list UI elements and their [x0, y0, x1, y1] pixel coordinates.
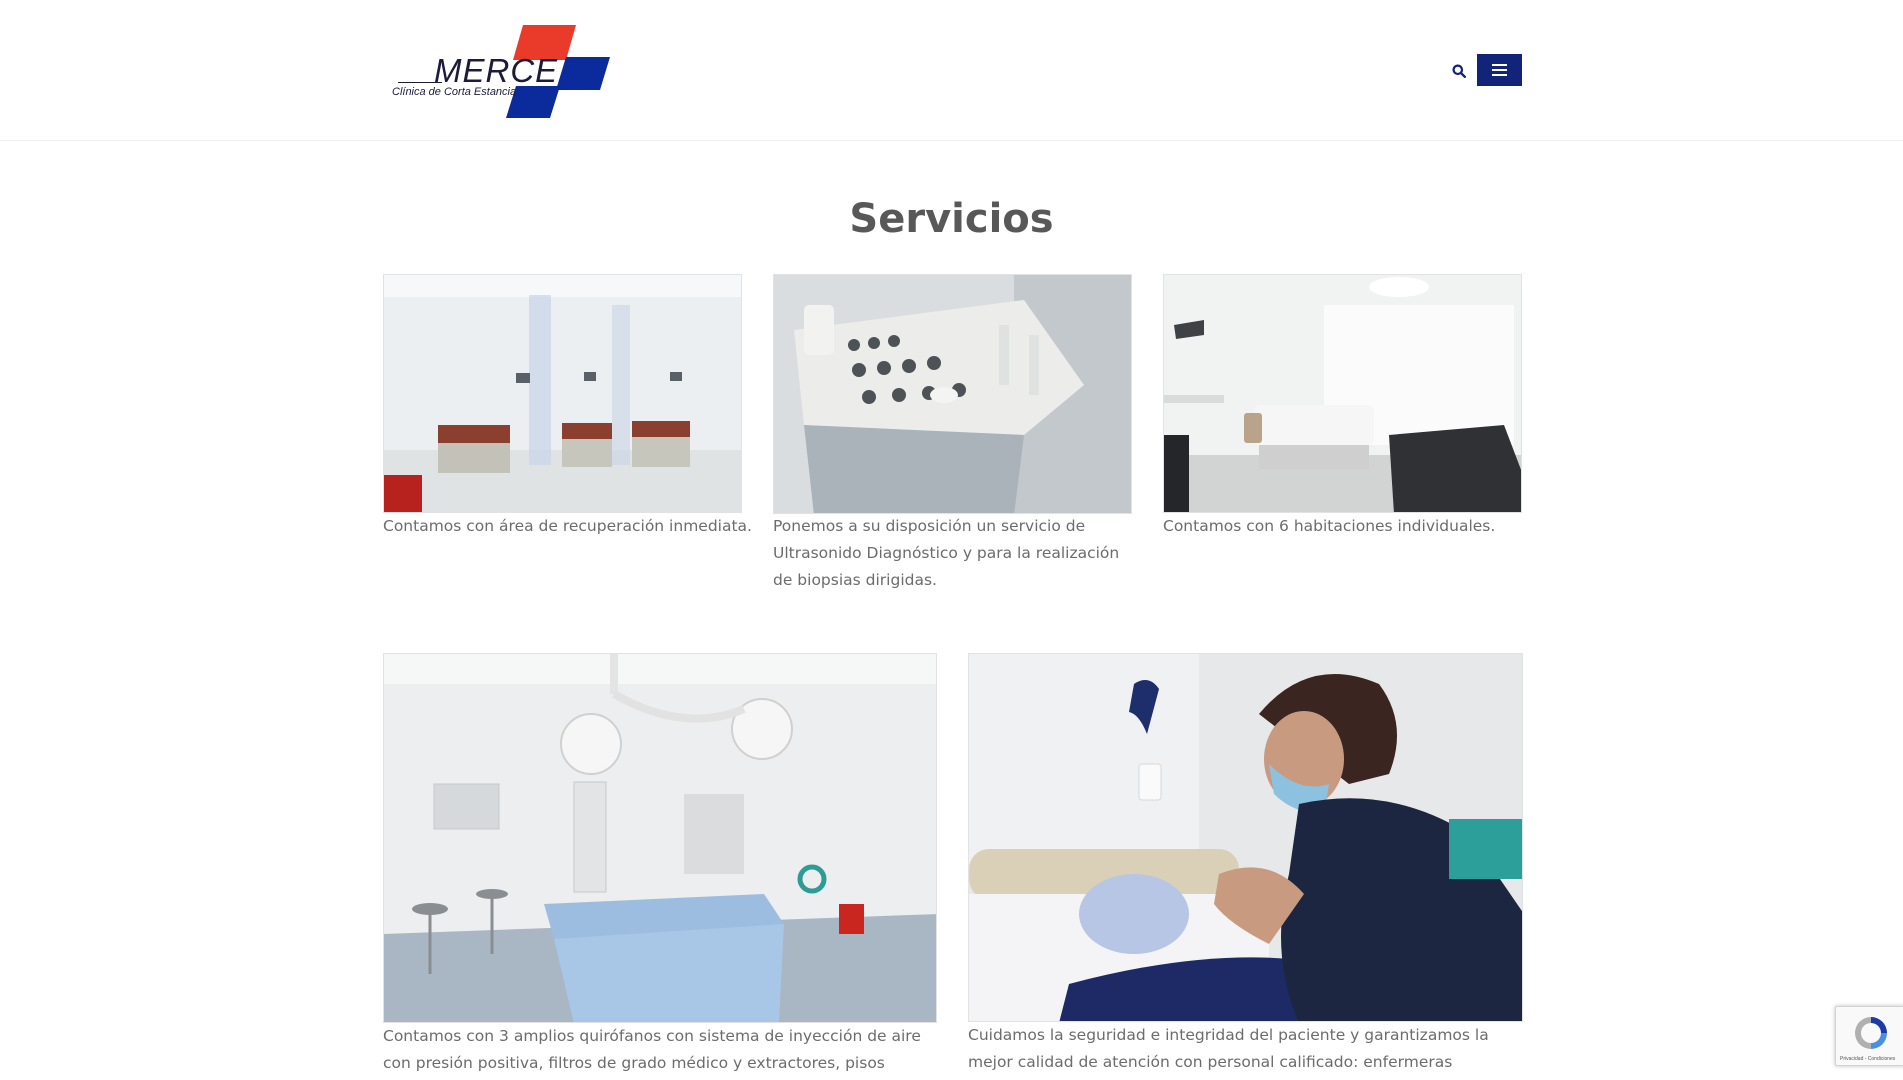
search-button[interactable] — [1448, 60, 1470, 82]
hamburger-menu-icon — [1492, 64, 1507, 66]
ultrasound-machine-photo — [773, 274, 1132, 514]
search-icon — [1452, 64, 1466, 78]
logo-wordmark: MERCE — [434, 52, 559, 89]
individual-room-photo — [1163, 274, 1522, 513]
service-caption-recovery: Contamos con área de recuperación inmedi… — [383, 517, 752, 535]
merce-logo[interactable]: MERCE Clínica de Corta Estancia — [390, 22, 615, 120]
logo-tagline: Clínica de Corta Estancia — [392, 86, 517, 98]
operating-room-photo — [383, 653, 937, 1023]
recaptcha-badge[interactable]: Privacidad - Condiciones — [1835, 1006, 1903, 1066]
nurse-patient-photo — [968, 653, 1523, 1022]
logo-underline — [398, 82, 442, 83]
page-title: Servicios — [849, 196, 1054, 242]
menu-button[interactable] — [1477, 54, 1522, 86]
recaptcha-terms[interactable]: Privacidad - Condiciones — [1840, 1056, 1895, 1062]
site-header: MERCE Clínica de Corta Estancia — [0, 0, 1903, 141]
service-caption-staff: Cuidamos la seguridad e integridad del p… — [968, 1026, 1489, 1071]
service-caption-operating-rooms: Contamos con 3 amplios quirófanos con si… — [383, 1027, 921, 1072]
recovery-area-photo — [383, 274, 742, 513]
service-caption-ultrasound: Ponemos a su disposición un servicio de … — [773, 517, 1120, 589]
service-caption-rooms: Contamos con 6 habitaciones individuales… — [1163, 517, 1496, 535]
recaptcha-icon — [1855, 1017, 1887, 1049]
